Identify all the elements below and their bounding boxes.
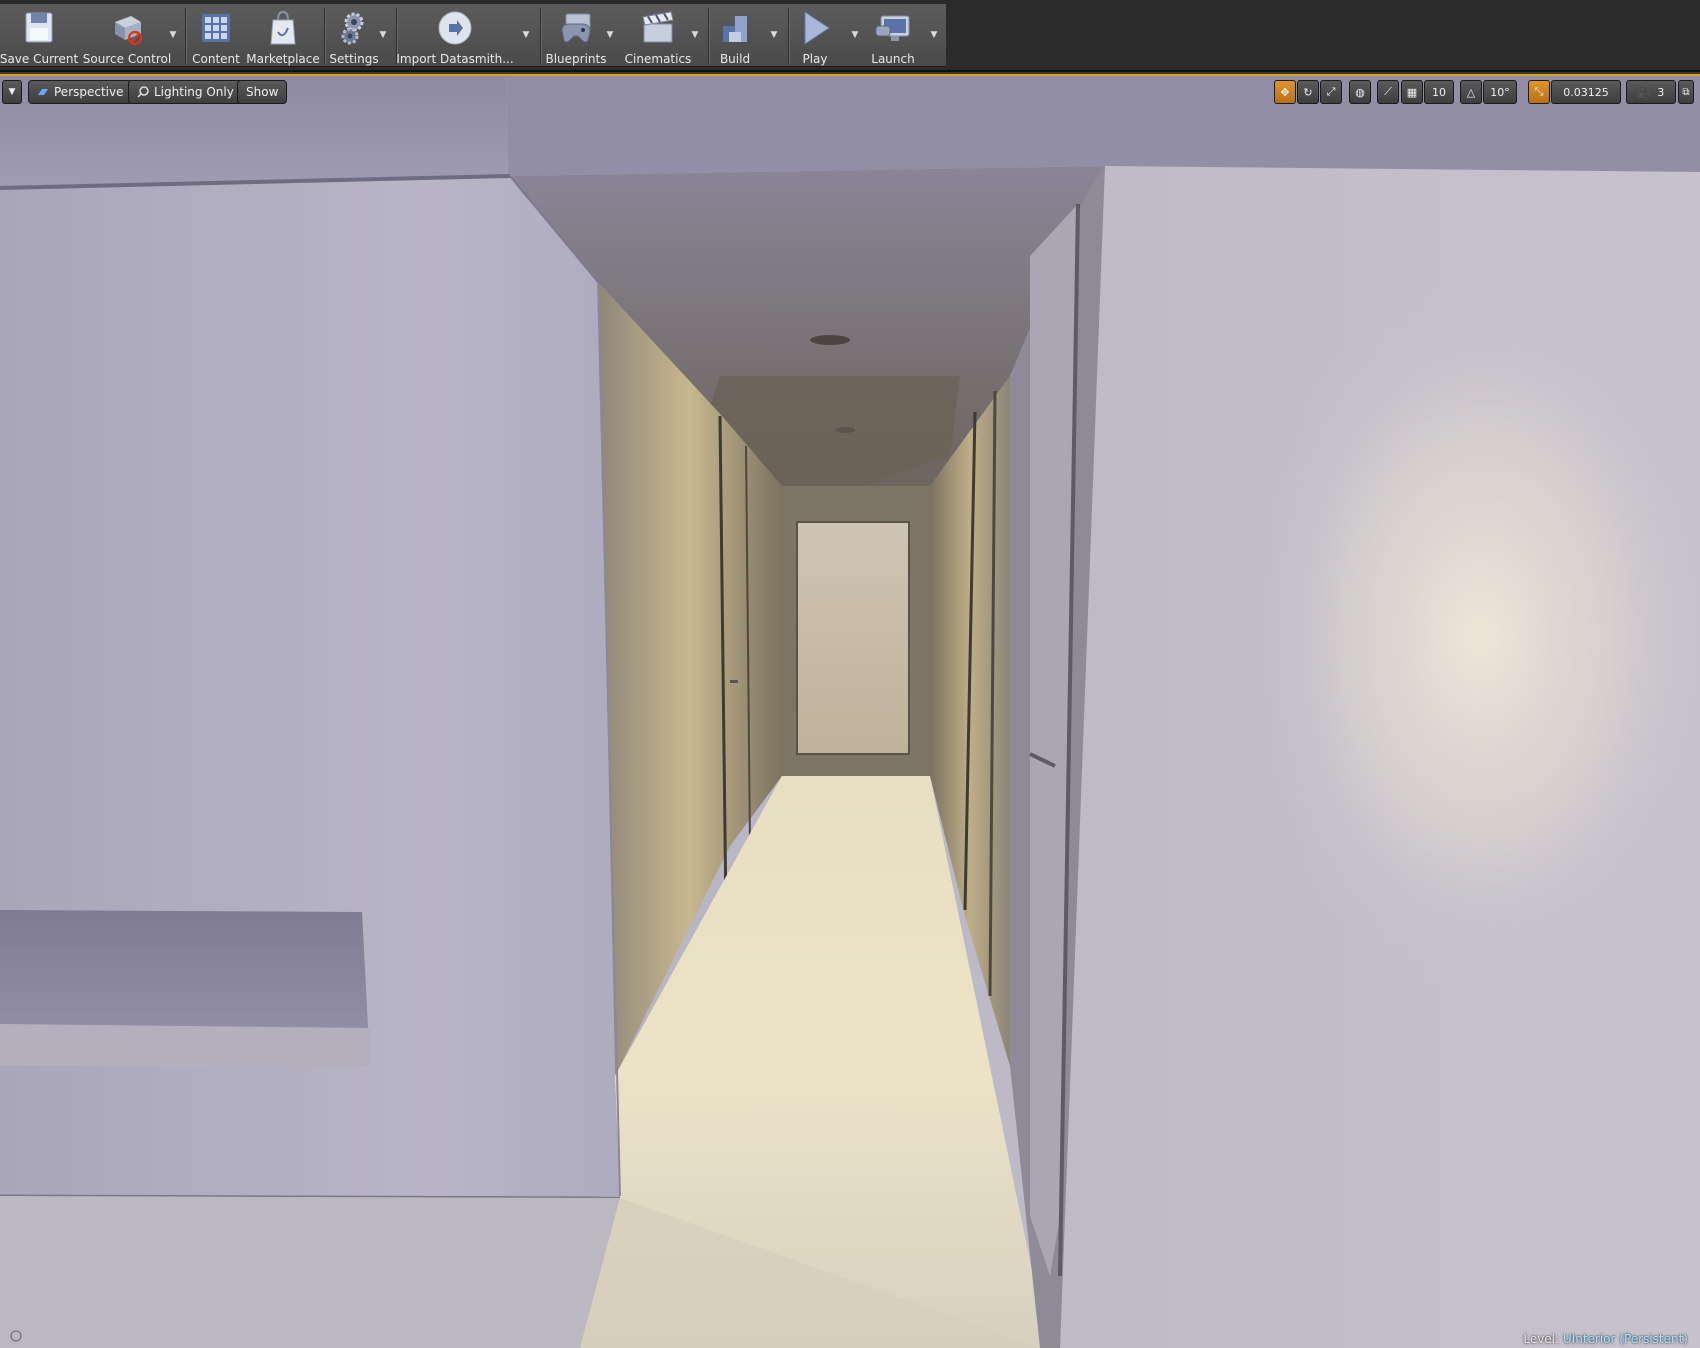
import-datasmith-button[interactable]: Import Datasmith... — [396, 4, 514, 66]
end-door — [796, 521, 910, 755]
ceiling-light-fixture — [810, 335, 850, 345]
toolbar-separator — [540, 8, 541, 64]
scale-tool-button[interactable]: ⤢ — [1320, 80, 1342, 104]
grid-icon: ▦ — [1406, 85, 1418, 99]
maximize-icon: ⧉ — [1682, 86, 1690, 98]
camera-speed-value: 3 — [1657, 85, 1665, 99]
lighting-icon — [137, 86, 149, 98]
camera-speed-button[interactable]: 🎥 3 — [1626, 80, 1676, 104]
scale-snap-value: 0.03125 — [1563, 85, 1609, 99]
cinematics-button[interactable]: Cinematics — [622, 4, 694, 66]
cinematics-label: Cinematics — [624, 52, 692, 66]
upper-wall — [506, 76, 1700, 176]
perspective-label: Perspective — [54, 85, 124, 99]
settings-label: Settings — [329, 52, 379, 66]
surface-snapping-button[interactable]: ⟋ — [1377, 80, 1399, 104]
source-control-button[interactable]: Source Control — [82, 4, 172, 66]
level-name: UInterior (Persistent) — [1562, 1332, 1688, 1346]
rotation-snap-toggle[interactable]: △ — [1460, 80, 1482, 104]
source-control-label: Source Control — [82, 52, 172, 66]
marketplace-label: Marketplace — [246, 52, 320, 66]
blueprints-button[interactable]: Blueprints — [545, 4, 607, 66]
door-handle — [730, 680, 738, 683]
globe-icon: ◍ — [1355, 85, 1365, 99]
content-icon — [202, 14, 230, 42]
import-datasmith-label: Import Datasmith... — [396, 52, 514, 66]
build-dropdown-icon[interactable]: ▼ — [768, 30, 780, 42]
main-toolbar: Save Current Source Control ▼ Content Ma… — [0, 0, 1700, 72]
show-label: Show — [246, 85, 279, 99]
play-label: Play — [802, 52, 828, 66]
content-button[interactable]: Content — [190, 4, 242, 66]
toolbar-strip: Save Current Source Control ▼ Content Ma… — [0, 4, 946, 67]
launch-button[interactable]: Launch — [866, 4, 920, 66]
camera-icon: 🎥 — [1637, 85, 1652, 99]
save-current-label: Save Current — [0, 52, 79, 66]
perspective-icon — [38, 89, 48, 95]
translate-tool-button[interactable]: ✥ — [1274, 80, 1296, 104]
ceiling-light-fixture — [835, 427, 855, 433]
chevron-down-icon: ▼ — [8, 87, 16, 97]
toolbar-separator — [185, 8, 186, 64]
lighting-only-button[interactable]: Lighting Only — [128, 80, 243, 104]
marketplace-button[interactable]: Marketplace — [246, 4, 320, 66]
blueprints-label: Blueprints — [545, 52, 607, 66]
move-icon: ✥ — [1280, 85, 1290, 99]
grid-snap-value: 10 — [1432, 85, 1446, 99]
show-button[interactable]: Show — [237, 80, 288, 104]
rotation-snap-value-button[interactable]: 10° — [1483, 80, 1517, 104]
source-control-dropdown-icon[interactable]: ▼ — [167, 30, 179, 42]
scale-snap-value-button[interactable]: 0.03125 — [1551, 80, 1621, 104]
launch-icon — [875, 15, 910, 41]
save-icon — [25, 12, 53, 43]
niche-shelf — [0, 1024, 370, 1066]
blueprints-icon — [561, 13, 591, 43]
surface-snap-icon: ⟋ — [1384, 85, 1392, 98]
save-current-button[interactable]: Save Current — [0, 4, 79, 66]
viewport-options-button[interactable]: ▼ — [2, 80, 22, 104]
maximize-viewport-button[interactable]: ⧉ — [1678, 80, 1694, 104]
scale-snap-icon: ⤡ — [1534, 85, 1544, 98]
scene-render[interactable] — [0, 76, 1700, 1348]
level-prefix: Level: — [1523, 1332, 1560, 1346]
grid-snap-value-button[interactable]: 10 — [1424, 80, 1454, 104]
realtime-indicator-icon — [10, 1330, 22, 1342]
play-icon — [804, 11, 830, 45]
rotate-icon: ↻ — [1303, 85, 1313, 99]
toolbar-separator — [324, 8, 325, 64]
perspective-button[interactable]: Perspective — [28, 80, 133, 104]
scale-icon: ⤢ — [1326, 85, 1336, 98]
build-icon — [723, 16, 747, 42]
grid-snap-toggle[interactable]: ▦ — [1401, 80, 1423, 104]
settings-dropdown-icon[interactable]: ▼ — [377, 30, 389, 42]
toolbar-separator — [708, 8, 709, 64]
datasmith-icon — [438, 11, 472, 45]
level-viewport[interactable]: ▼ Perspective Lighting Only Show ✥ ↻ ⤢ ◍… — [0, 74, 1700, 1348]
cinematics-icon — [642, 11, 674, 43]
lighting-only-label: Lighting Only — [154, 85, 234, 99]
blueprints-dropdown-icon[interactable]: ▼ — [604, 30, 616, 42]
launch-dropdown-icon[interactable]: ▼ — [928, 30, 940, 42]
rotation-snap-value: 10° — [1490, 85, 1510, 99]
rotate-tool-button[interactable]: ↻ — [1297, 80, 1319, 104]
launch-label: Launch — [871, 52, 915, 66]
settings-icon — [341, 12, 364, 45]
toolbar-separator — [788, 8, 789, 64]
wall-light-spot — [1240, 276, 1700, 996]
world-local-toggle[interactable]: ◍ — [1349, 80, 1371, 104]
cinematics-dropdown-icon[interactable]: ▼ — [689, 30, 701, 42]
source-control-icon — [115, 16, 143, 46]
settings-button[interactable]: Settings — [328, 4, 380, 66]
build-label: Build — [719, 52, 751, 66]
content-label: Content — [192, 52, 240, 66]
import-datasmith-dropdown-icon[interactable]: ▼ — [520, 30, 532, 42]
play-button[interactable]: Play — [792, 4, 838, 66]
scale-snap-toggle[interactable]: ⤡ — [1528, 80, 1550, 104]
foreground-floor — [0, 1196, 620, 1348]
marketplace-icon — [270, 10, 296, 45]
build-button[interactable]: Build — [712, 4, 758, 66]
current-level-indicator: Level: UInterior (Persistent) — [1523, 1332, 1688, 1346]
play-dropdown-icon[interactable]: ▼ — [849, 30, 861, 42]
angle-icon: △ — [1466, 85, 1476, 99]
